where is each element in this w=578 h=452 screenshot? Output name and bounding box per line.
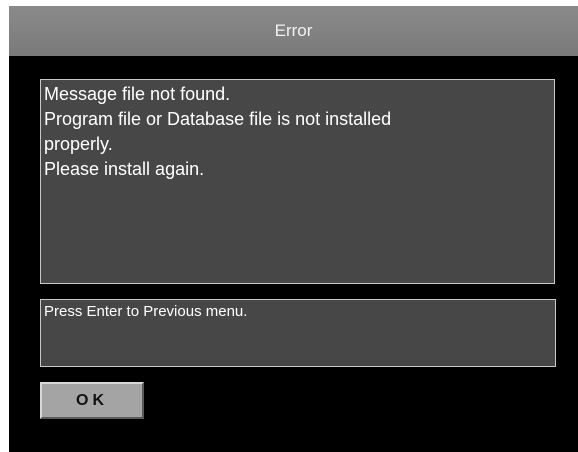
error-dialog: Error Message file not found. Program fi… [9, 6, 578, 452]
dialog-title: Error [9, 6, 578, 56]
error-message: Message file not found. Program file or … [40, 79, 555, 284]
hint-text: Press Enter to Previous menu. [40, 299, 556, 367]
ok-button[interactable]: OK [40, 382, 144, 419]
